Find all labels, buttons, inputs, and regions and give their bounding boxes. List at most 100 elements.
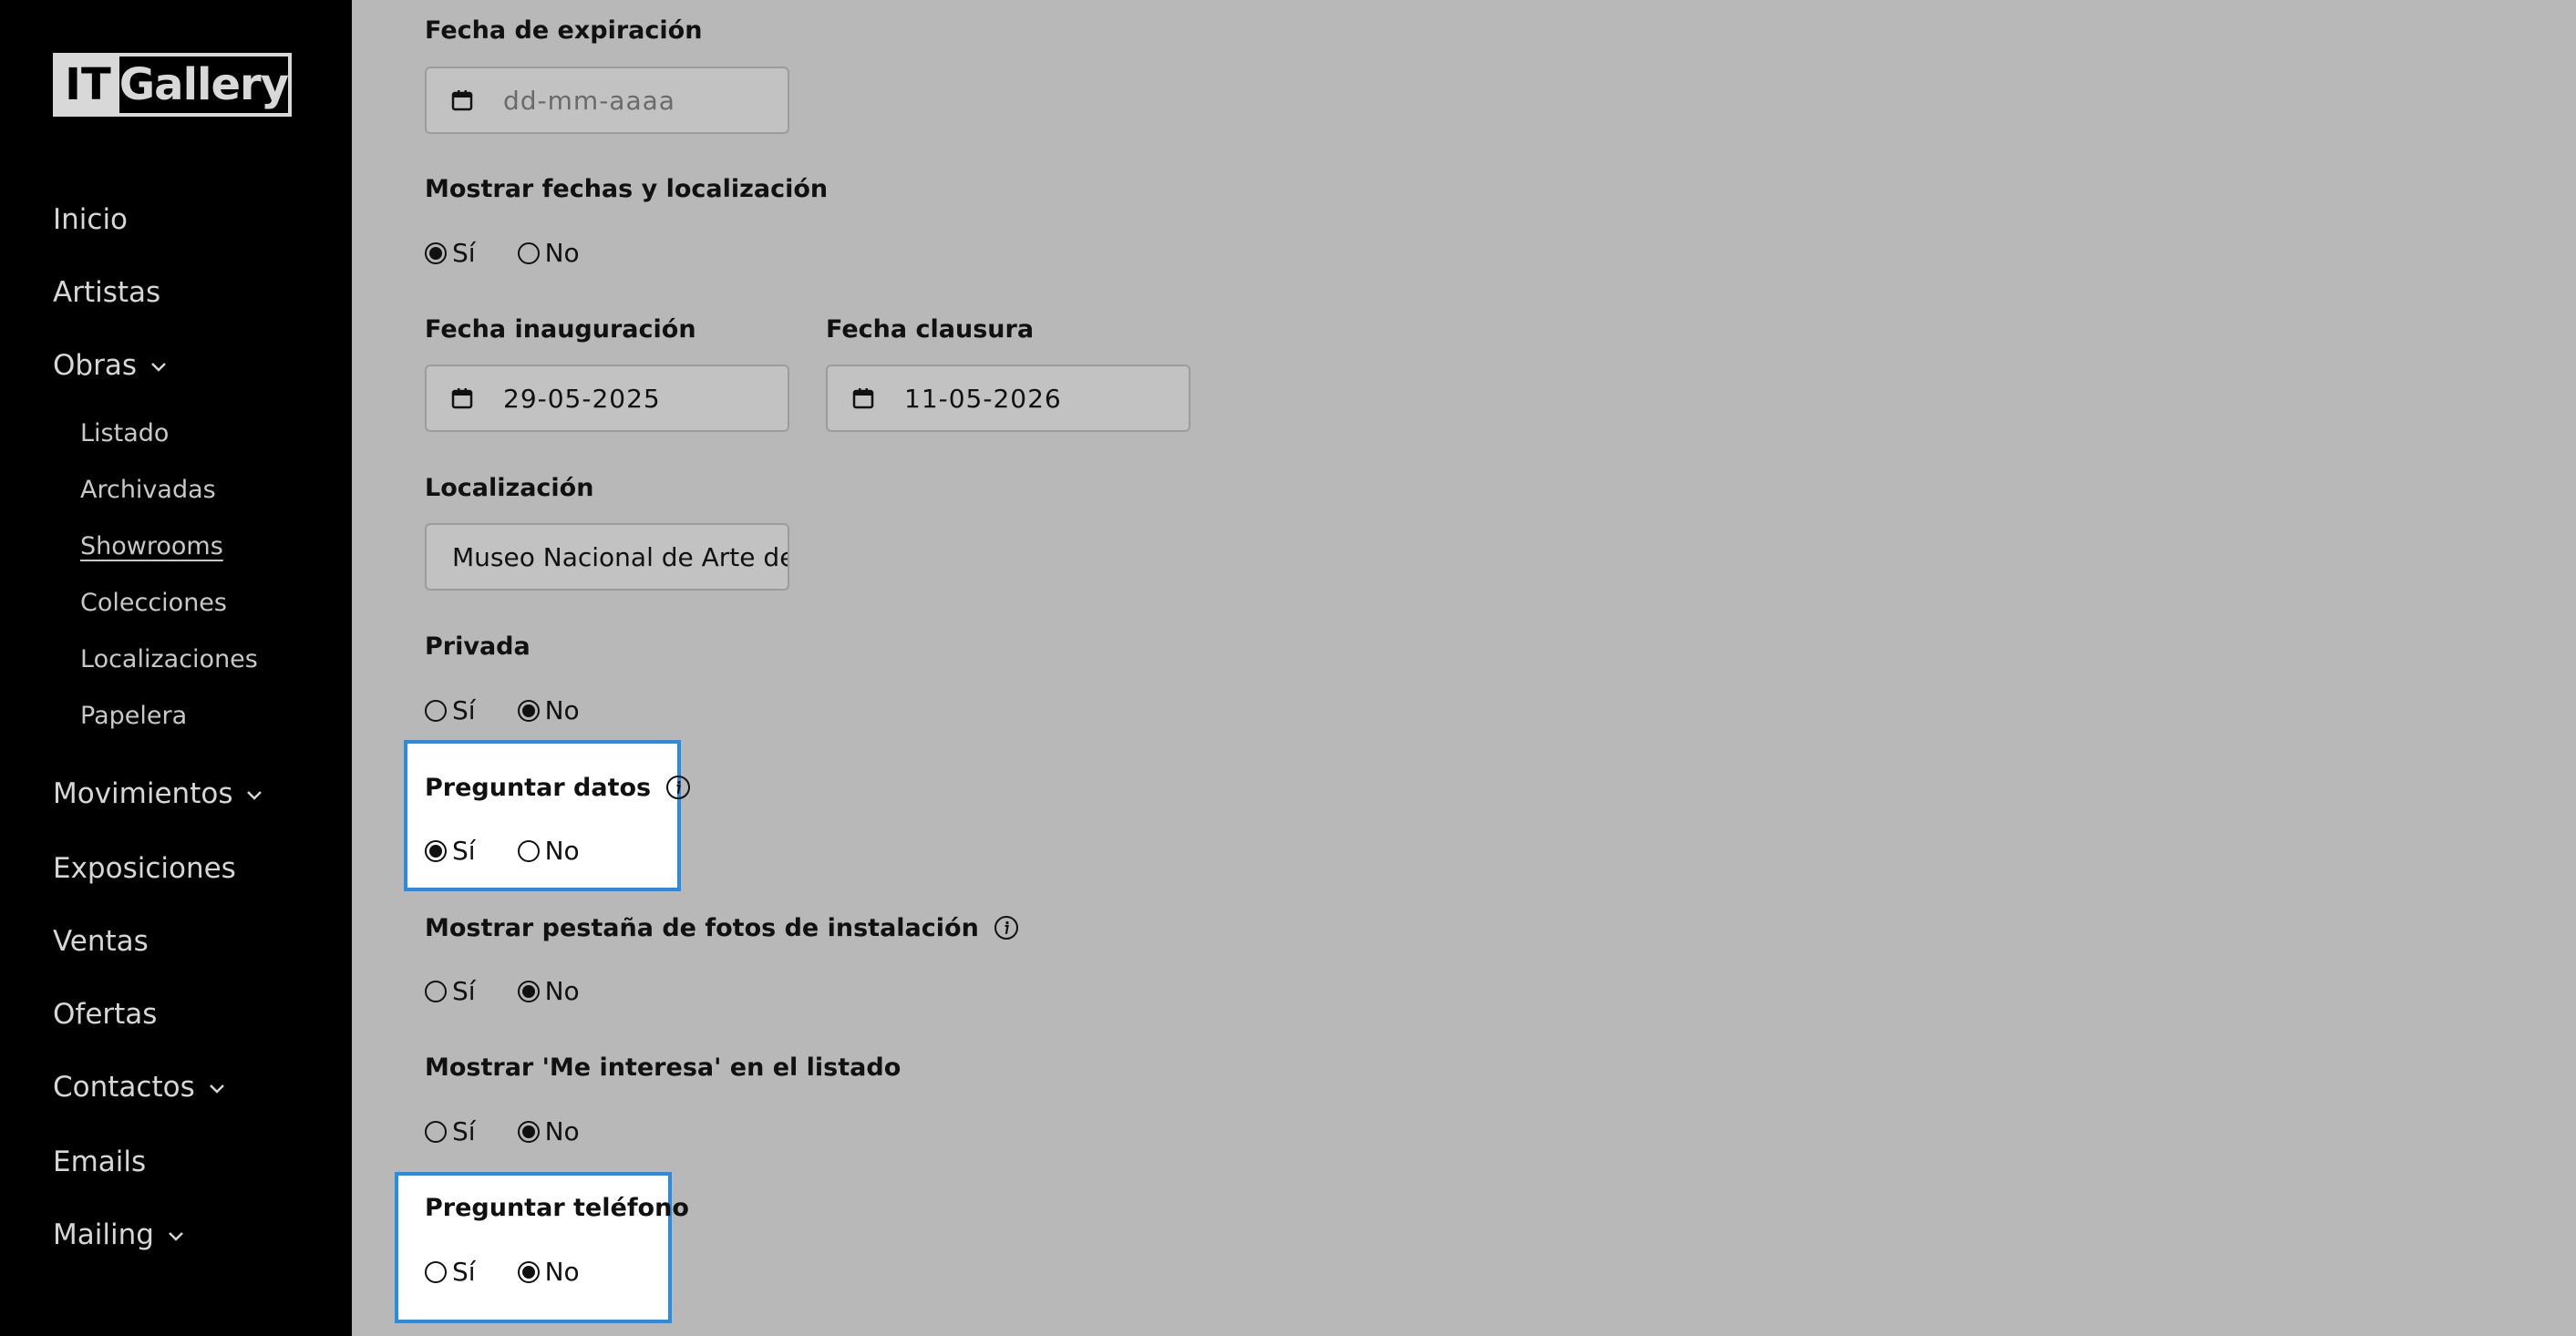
- radio-label: No: [544, 976, 580, 1006]
- preguntar-datos-label: Preguntar datos: [425, 775, 691, 800]
- it-gallery-logo[interactable]: IT Gallery: [53, 53, 292, 117]
- localizacion-label: Localización: [425, 474, 594, 502]
- nav-label: Contactos: [53, 1071, 195, 1104]
- localizacion-input[interactable]: Museo Nacional de Arte de: [425, 523, 789, 591]
- info-icon[interactable]: [665, 775, 691, 800]
- chevron-down-icon: [245, 788, 263, 801]
- nav-item-ventas[interactable]: Ventas: [53, 928, 149, 956]
- clausura-date-input[interactable]: 11-05-2026: [826, 365, 1190, 432]
- nav-label: Emails: [53, 1146, 147, 1178]
- nav-item-obras[interactable]: Obras: [53, 352, 168, 380]
- chevron-down-icon: [167, 1229, 185, 1242]
- preguntar-telefono-radio-group: Sí No: [425, 1259, 622, 1285]
- radio-label: No: [544, 1116, 580, 1146]
- preguntar-telefono-si[interactable]: Sí: [425, 1259, 476, 1285]
- logo-gallery: Gallery: [118, 59, 289, 110]
- radio-unchecked: [425, 981, 447, 1002]
- expiracion-date-input[interactable]: dd-mm-aaaa: [425, 67, 789, 134]
- nav-label: Mailing: [53, 1218, 154, 1251]
- highlight-preguntar-datos: [404, 740, 681, 891]
- nav-item-mailing[interactable]: Mailing: [53, 1221, 185, 1249]
- privada-no[interactable]: No: [517, 695, 580, 725]
- mostrar-fechas-radio-group: Sí No: [425, 241, 622, 266]
- radio-checked: [517, 700, 540, 722]
- nav-sub-archivadas[interactable]: Archivadas: [80, 478, 216, 502]
- expiracion-label: Fecha de expiración: [425, 16, 703, 45]
- chevron-down-icon: [149, 360, 168, 373]
- mostrar-fechas-label: Mostrar fechas y localización: [425, 175, 829, 203]
- fotos-instalacion-si[interactable]: Sí: [425, 979, 476, 1004]
- radio-checked: [517, 1261, 540, 1283]
- clausura-value: 11-05-2026: [904, 383, 1062, 414]
- preguntar-telefono-label: Preguntar teléfono: [425, 1194, 689, 1222]
- fotos-instalacion-no[interactable]: No: [517, 976, 580, 1006]
- radio-checked: [517, 1121, 540, 1143]
- radio-label: Sí: [452, 695, 476, 725]
- me-interesa-radio-group: Sí No: [425, 1119, 622, 1145]
- radio-label: Sí: [452, 976, 476, 1006]
- preguntar-datos-text: Preguntar datos: [425, 773, 652, 802]
- nav-sub-listado[interactable]: Listado: [80, 421, 169, 446]
- nav-item-movimientos[interactable]: Movimientos: [53, 780, 263, 808]
- radio-label: Sí: [452, 1116, 476, 1146]
- nav-item-exposiciones[interactable]: Exposiciones: [53, 855, 236, 883]
- radio-unchecked: [517, 840, 540, 862]
- nav-item-inicio[interactable]: Inicio: [53, 206, 128, 234]
- radio-label: Sí: [452, 1257, 476, 1287]
- me-interesa-label: Mostrar 'Me interesa' en el listado: [425, 1053, 902, 1082]
- nav-label: Movimientos: [53, 777, 233, 810]
- chevron-down-icon: [208, 1082, 226, 1094]
- sidebar: IT Gallery Inicio Artistas Obras Listado…: [0, 0, 352, 1336]
- mostrar-fechas-si[interactable]: Sí: [425, 241, 476, 266]
- nav-label: Artistas: [53, 276, 161, 309]
- radio-checked: [425, 840, 447, 862]
- logo-it: IT: [57, 57, 119, 113]
- nav-label: Ventas: [53, 925, 149, 958]
- nav-label: Obras: [53, 349, 137, 382]
- inauguracion-value: 29-05-2025: [503, 383, 661, 414]
- localizacion-value: Museo Nacional de Arte de: [452, 541, 789, 572]
- preguntar-datos-si[interactable]: Sí: [425, 838, 476, 864]
- radio-label: No: [544, 836, 580, 866]
- mostrar-fechas-no[interactable]: No: [517, 238, 580, 268]
- radio-label: No: [544, 1257, 580, 1287]
- radio-label: Sí: [452, 836, 476, 866]
- clausura-label: Fecha clausura: [826, 315, 1035, 344]
- privada-radio-group: Sí No: [425, 698, 622, 724]
- nav-item-artistas[interactable]: Artistas: [53, 279, 160, 307]
- radio-label: Sí: [452, 238, 476, 268]
- nav-label: Ofertas: [53, 998, 158, 1031]
- preguntar-datos-radio-group: Sí No: [425, 838, 622, 864]
- nav-label: Inicio: [53, 203, 129, 236]
- nav-item-ofertas[interactable]: Ofertas: [53, 1001, 157, 1029]
- main-content: Fecha de expiración dd-mm-aaaa Mostrar f…: [352, 0, 2576, 1336]
- radio-unchecked: [517, 242, 540, 264]
- calendar-icon: [852, 388, 874, 409]
- radio-unchecked: [425, 1121, 447, 1143]
- preguntar-telefono-no[interactable]: No: [517, 1257, 580, 1287]
- nav-sub-colecciones[interactable]: Colecciones: [80, 591, 227, 615]
- fotos-instalacion-label: Mostrar pestaña de fotos de instalación: [425, 915, 1019, 940]
- nav-item-contactos[interactable]: Contactos: [53, 1074, 226, 1102]
- fotos-instalacion-text: Mostrar pestaña de fotos de instalación: [425, 913, 979, 942]
- me-interesa-si[interactable]: Sí: [425, 1119, 476, 1145]
- info-icon[interactable]: [994, 915, 1019, 940]
- me-interesa-no[interactable]: No: [517, 1116, 580, 1146]
- calendar-icon: [451, 90, 473, 111]
- privada-label: Privada: [425, 632, 531, 661]
- radio-label: No: [544, 695, 580, 725]
- calendar-icon: [451, 388, 473, 409]
- nav-sub-showrooms[interactable]: Showrooms: [80, 534, 223, 559]
- preguntar-datos-no[interactable]: No: [517, 836, 580, 866]
- radio-checked: [425, 242, 447, 264]
- radio-unchecked: [425, 1261, 447, 1283]
- nav-sub-localizaciones[interactable]: Localizaciones: [80, 647, 258, 672]
- nav-label: Exposiciones: [53, 852, 236, 885]
- nav-sub-papelera[interactable]: Papelera: [80, 704, 187, 728]
- radio-label: No: [544, 238, 580, 268]
- radio-checked: [517, 981, 540, 1002]
- nav-item-emails[interactable]: Emails: [53, 1148, 146, 1177]
- expiracion-placeholder: dd-mm-aaaa: [503, 85, 675, 116]
- privada-si[interactable]: Sí: [425, 698, 476, 724]
- inauguracion-date-input[interactable]: 29-05-2025: [425, 365, 789, 432]
